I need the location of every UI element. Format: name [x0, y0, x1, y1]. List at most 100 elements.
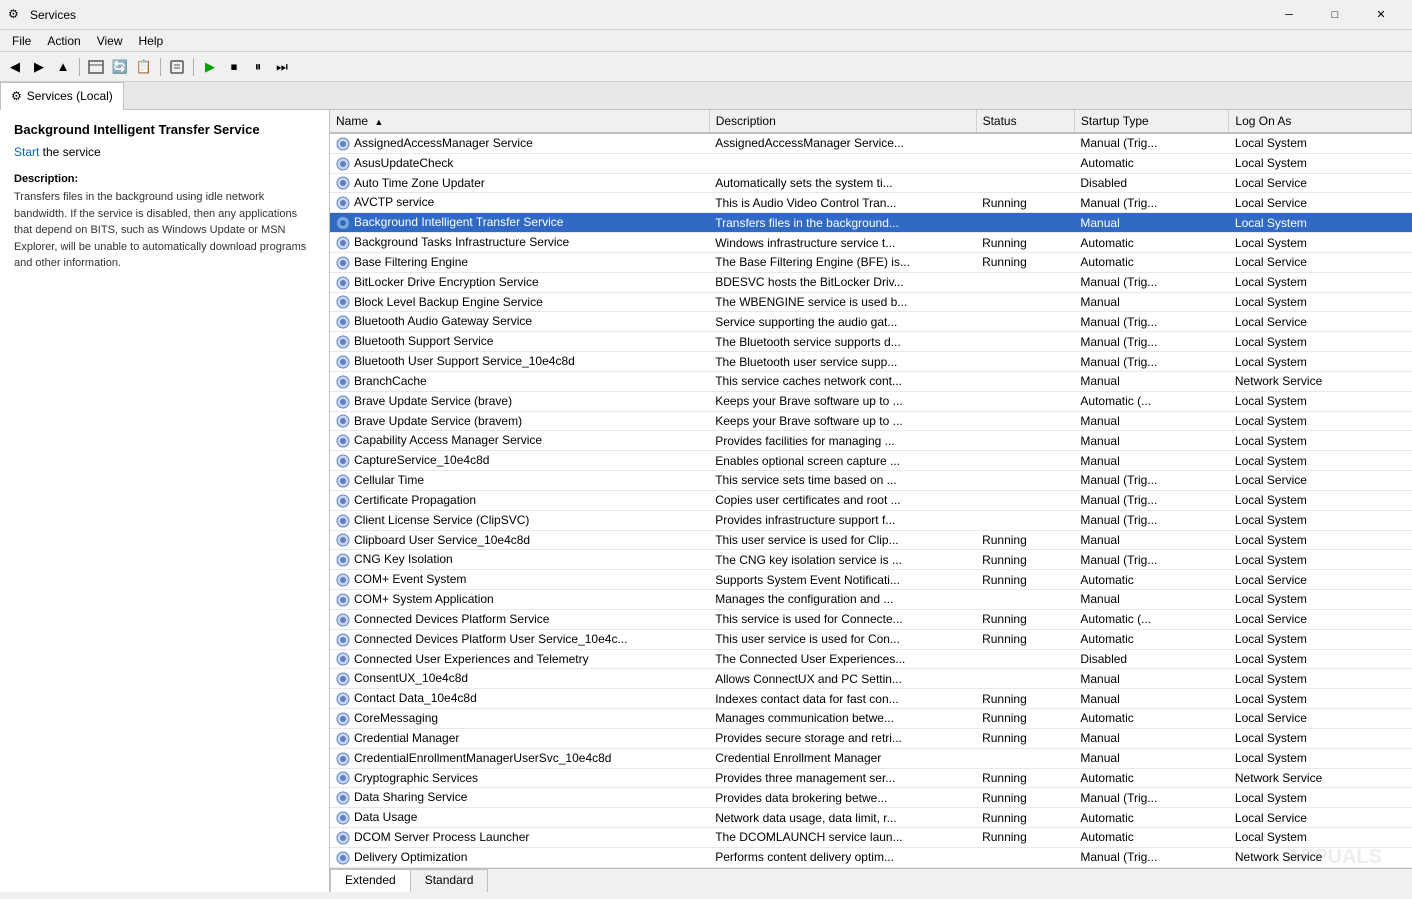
- table-row[interactable]: CoreMessagingManages communication betwe…: [330, 709, 1412, 729]
- col-header-status[interactable]: Status: [976, 110, 1074, 133]
- menu-help[interactable]: Help: [131, 32, 172, 50]
- service-name-text: Brave Update Service (brave): [354, 394, 512, 408]
- service-icon: [336, 236, 350, 250]
- table-row[interactable]: Brave Update Service (brave)Keeps your B…: [330, 391, 1412, 411]
- table-row[interactable]: COM+ Event SystemSupports System Event N…: [330, 570, 1412, 590]
- table-row[interactable]: Connected User Experiences and Telemetry…: [330, 649, 1412, 669]
- start-button[interactable]: ▶: [199, 56, 221, 78]
- table-row[interactable]: Credential ManagerProvides secure storag…: [330, 728, 1412, 748]
- export-button[interactable]: 📋: [133, 56, 155, 78]
- minimize-button[interactable]: ─: [1266, 0, 1312, 30]
- table-row[interactable]: Cellular TimeThis service sets time base…: [330, 471, 1412, 491]
- service-status-cell: [976, 748, 1074, 768]
- service-status-cell: Running: [976, 570, 1074, 590]
- nav-icon: ⚙: [11, 89, 22, 103]
- pause-button[interactable]: ⏸: [247, 56, 269, 78]
- service-name-text: Cryptographic Services: [354, 771, 478, 785]
- app-icon: ⚙: [8, 7, 24, 23]
- table-row[interactable]: Brave Update Service (bravem)Keeps your …: [330, 411, 1412, 431]
- table-row[interactable]: Delivery OptimizationPerforms content de…: [330, 847, 1412, 867]
- table-row[interactable]: Contact Data_10e4c8dIndexes contact data…: [330, 689, 1412, 709]
- service-name-cell: Client License Service (ClipSVC): [330, 510, 709, 530]
- table-row[interactable]: Data UsageNetwork data usage, data limit…: [330, 808, 1412, 828]
- service-logon-cell: Local Service: [1229, 173, 1412, 193]
- table-row[interactable]: Bluetooth User Support Service_10e4c8dTh…: [330, 352, 1412, 372]
- table-row[interactable]: Bluetooth Audio Gateway ServiceService s…: [330, 312, 1412, 332]
- col-header-desc[interactable]: Description: [709, 110, 976, 133]
- service-status-cell: [976, 173, 1074, 193]
- service-logon-cell: Network Service: [1229, 847, 1412, 867]
- service-name-cell: COM+ Event System: [330, 570, 709, 590]
- col-header-name[interactable]: Name ▲: [330, 110, 709, 133]
- services-table-container[interactable]: Name ▲ Description Status Startup Type L…: [330, 110, 1412, 868]
- table-row[interactable]: CaptureService_10e4c8dEnables optional s…: [330, 451, 1412, 471]
- service-icon: [336, 573, 350, 587]
- service-icon: [336, 652, 350, 666]
- service-name-text: Background Tasks Infrastructure Service: [354, 235, 569, 249]
- table-row[interactable]: ConsentUX_10e4c8dAllows ConnectUX and PC…: [330, 669, 1412, 689]
- service-desc-cell: Performs content delivery optim...: [709, 847, 976, 867]
- service-status-cell: Running: [976, 193, 1074, 213]
- service-desc-cell: The WBENGINE service is used b...: [709, 292, 976, 312]
- service-name-cell: Credential Manager: [330, 728, 709, 748]
- table-row[interactable]: Base Filtering EngineThe Base Filtering …: [330, 252, 1412, 272]
- table-row[interactable]: CredentialEnrollmentManagerUserSvc_10e4c…: [330, 748, 1412, 768]
- table-row[interactable]: Connected Devices Platform ServiceThis s…: [330, 609, 1412, 629]
- service-status-cell: Running: [976, 252, 1074, 272]
- table-row[interactable]: Auto Time Zone UpdaterAutomatically sets…: [330, 173, 1412, 193]
- services-tbody: AssignedAccessManager ServiceAssignedAcc…: [330, 133, 1412, 867]
- refresh-button[interactable]: 🔄: [109, 56, 131, 78]
- table-row[interactable]: Data Sharing ServiceProvides data broker…: [330, 788, 1412, 808]
- table-row[interactable]: Certificate PropagationCopies user certi…: [330, 490, 1412, 510]
- service-name-cell: COM+ System Application: [330, 590, 709, 610]
- service-status-cell: [976, 213, 1074, 233]
- table-row[interactable]: Clipboard User Service_10e4c8dThis user …: [330, 530, 1412, 550]
- maximize-button[interactable]: □: [1312, 0, 1358, 30]
- table-row[interactable]: Capability Access Manager ServiceProvide…: [330, 431, 1412, 451]
- right-panel: Name ▲ Description Status Startup Type L…: [330, 110, 1412, 892]
- nav-services-local[interactable]: ⚙ Services (Local): [0, 82, 124, 110]
- table-row[interactable]: Background Tasks Infrastructure Service W…: [330, 233, 1412, 253]
- table-row[interactable]: Block Level Backup Engine ServiceThe WBE…: [330, 292, 1412, 312]
- service-icon: [336, 196, 350, 210]
- stop-button[interactable]: ⏹: [223, 56, 245, 78]
- menu-action[interactable]: Action: [39, 32, 88, 50]
- table-row[interactable]: AsusUpdateCheckAutomaticLocal System: [330, 153, 1412, 173]
- service-icon: [336, 791, 350, 805]
- table-row[interactable]: CNG Key IsolationThe CNG key isolation s…: [330, 550, 1412, 570]
- service-desc-cell: The Connected User Experiences...: [709, 649, 976, 669]
- table-row[interactable]: AVCTP serviceThis is Audio Video Control…: [330, 193, 1412, 213]
- table-row[interactable]: Client License Service (ClipSVC)Provides…: [330, 510, 1412, 530]
- start-service-link[interactable]: Start: [14, 145, 39, 159]
- up-button[interactable]: ▲: [52, 56, 74, 78]
- table-row[interactable]: BranchCacheThis service caches network c…: [330, 371, 1412, 391]
- table-row[interactable]: Cryptographic ServicesProvides three man…: [330, 768, 1412, 788]
- tab-standard[interactable]: Standard: [410, 869, 489, 892]
- show-hide-button[interactable]: [85, 56, 107, 78]
- service-startup-cell: Manual: [1074, 669, 1229, 689]
- table-row[interactable]: BitLocker Drive Encryption ServiceBDESVC…: [330, 272, 1412, 292]
- service-icon: [336, 355, 350, 369]
- col-header-logon[interactable]: Log On As: [1229, 110, 1412, 133]
- service-desc-cell: Windows infrastructure service t...: [709, 233, 976, 253]
- service-startup-cell: Manual (Trig...: [1074, 312, 1229, 332]
- properties-button[interactable]: [166, 56, 188, 78]
- col-header-startup[interactable]: Startup Type: [1074, 110, 1229, 133]
- forward-button[interactable]: ▶: [28, 56, 50, 78]
- menu-file[interactable]: File: [4, 32, 39, 50]
- table-row[interactable]: AssignedAccessManager ServiceAssignedAcc…: [330, 133, 1412, 153]
- service-desc-cell: The Base Filtering Engine (BFE) is...: [709, 252, 976, 272]
- service-startup-cell: Manual: [1074, 451, 1229, 471]
- service-name-text: COM+ Event System: [354, 572, 466, 586]
- table-row[interactable]: COM+ System ApplicationManages the confi…: [330, 590, 1412, 610]
- service-status-cell: Running: [976, 709, 1074, 729]
- table-row[interactable]: DCOM Server Process LauncherThe DCOMLAUN…: [330, 827, 1412, 847]
- table-row[interactable]: Background Intelligent Transfer ServiceT…: [330, 213, 1412, 233]
- resume-button[interactable]: ⏭: [271, 56, 293, 78]
- table-row[interactable]: Bluetooth Support ServiceThe Bluetooth s…: [330, 332, 1412, 352]
- back-button[interactable]: ◀: [4, 56, 26, 78]
- tab-extended[interactable]: Extended: [330, 869, 411, 892]
- close-button[interactable]: ✕: [1358, 0, 1404, 30]
- table-row[interactable]: Connected Devices Platform User Service_…: [330, 629, 1412, 649]
- menu-view[interactable]: View: [89, 32, 131, 50]
